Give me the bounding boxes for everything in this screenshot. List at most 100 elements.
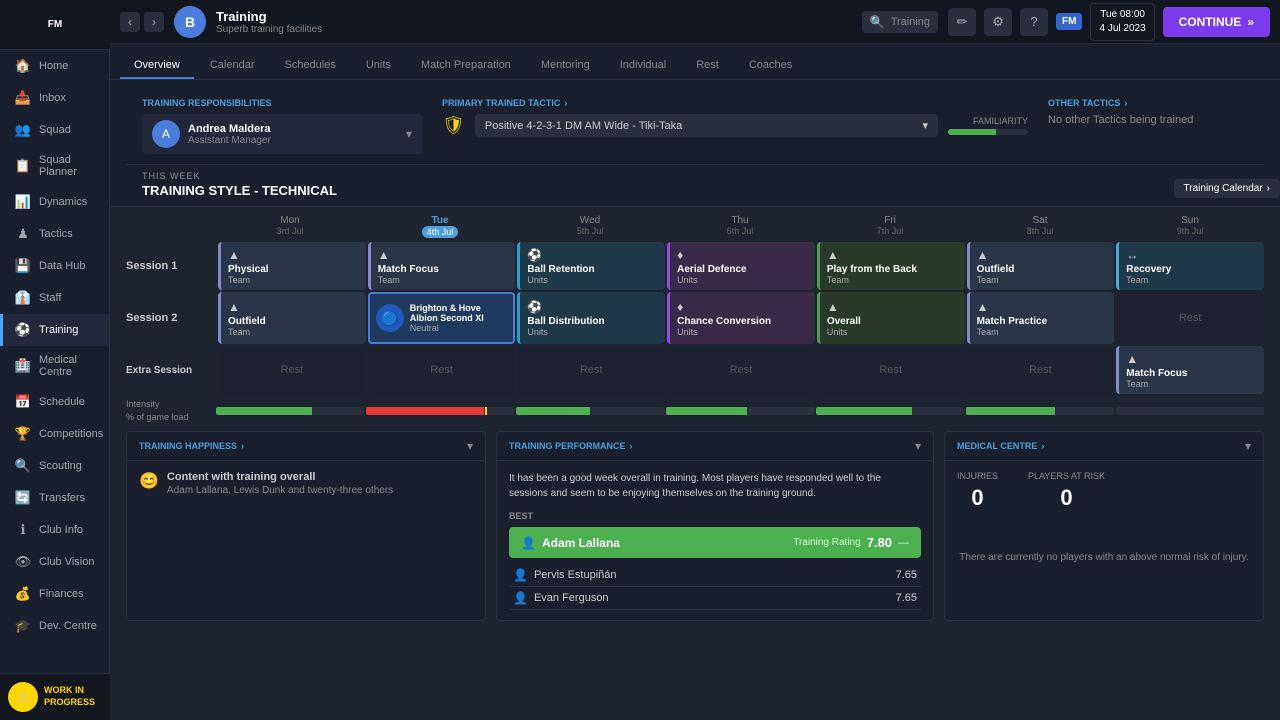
- outfield-s1-icon: ▲: [977, 248, 1108, 262]
- search-box[interactable]: 🔍 Training: [862, 11, 938, 33]
- outfield-s2-name: Outfield: [228, 316, 359, 327]
- extra-session-row: Extra Session Rest Rest Rest Rest Rest R…: [126, 346, 1264, 394]
- cell-ball-distribution[interactable]: ⚽ Ball Distribution Units: [517, 292, 665, 344]
- page-title-block: Training Superb training facilities: [216, 9, 852, 35]
- tab-units[interactable]: Units: [352, 53, 405, 79]
- other-player-1-rating: 7.65: [896, 592, 917, 604]
- cell-ball-retention[interactable]: ⚽ Ball Retention Units: [517, 242, 665, 290]
- day-mon-date: 3rd Jul: [216, 226, 364, 236]
- sidebar-item-transfers[interactable]: 🔄 Transfers: [0, 482, 109, 514]
- happiness-expand[interactable]: ▾: [467, 439, 473, 453]
- sidebar-item-scouting[interactable]: 🔍 Scouting: [0, 450, 109, 482]
- manager-expand-icon[interactable]: ▾: [406, 127, 412, 141]
- intensity-label: Intensity % of game load: [126, 398, 216, 423]
- intensity-wed: [516, 407, 664, 415]
- day-wed-header: Wed 5th Jul: [516, 215, 664, 238]
- tab-match-prep[interactable]: Match Preparation: [407, 53, 525, 79]
- play-back-type: Team: [827, 275, 958, 285]
- continue-button[interactable]: CONTINUE »: [1163, 7, 1270, 37]
- tab-mentoring[interactable]: Mentoring: [527, 53, 604, 79]
- nav-forward[interactable]: ›: [144, 12, 164, 32]
- tab-coaches[interactable]: Coaches: [735, 53, 806, 79]
- match-practice-icon: ▲: [977, 300, 1108, 314]
- sidebar-label-dynamics: Dynamics: [39, 196, 87, 208]
- manager-info: Andrea Maldera Assistant Manager: [188, 123, 398, 146]
- sidebar-item-medical[interactable]: 🏥 Medical Centre: [0, 346, 109, 386]
- intensity-tue: [366, 407, 514, 415]
- settings-icon[interactable]: ⚙: [984, 8, 1012, 36]
- perf-other-row-1: 👤 Evan Ferguson 7.65: [509, 587, 921, 610]
- tab-schedules[interactable]: Schedules: [270, 53, 349, 79]
- performance-title: TRAINING PERFORMANCE: [509, 441, 626, 451]
- cell-outfield-s1[interactable]: ▲ Outfield Team: [967, 242, 1115, 290]
- sidebar-item-competitions[interactable]: 🏆 Competitions: [0, 418, 109, 450]
- recovery-name: Recovery: [1126, 264, 1257, 275]
- other-player-0-name: 👤 Pervis Estupiñán: [513, 568, 617, 582]
- cell-overall[interactable]: ▲ Overall Units: [817, 292, 965, 344]
- cell-match-focus[interactable]: ▲ Match Focus Team: [368, 242, 516, 290]
- ball-retention-type: Units: [527, 275, 658, 285]
- performance-expand[interactable]: ▾: [915, 439, 921, 453]
- cell-aerial-defence[interactable]: ♦ Aerial Defence Units: [667, 242, 815, 290]
- extra-session-title: Extra Session: [126, 365, 208, 376]
- manager-row[interactable]: A Andrea Maldera Assistant Manager ▾: [142, 114, 422, 154]
- match-focus-type: Team: [378, 275, 509, 285]
- best-player-name: Adam Lallana: [542, 536, 620, 550]
- sidebar-label-inbox: Inbox: [39, 92, 66, 104]
- sidebar-item-finances[interactable]: 💰 Finances: [0, 578, 109, 610]
- tactic-selector[interactable]: Positive 4-2-3-1 DM AM Wide - Tiki-Taka …: [475, 114, 938, 137]
- tab-overview[interactable]: Overview: [120, 53, 194, 79]
- cell-outfield-s2[interactable]: ▲ Outfield Team: [218, 292, 366, 344]
- sidebar-item-squad[interactable]: 👥 Squad: [0, 114, 109, 146]
- edit-icon[interactable]: ✏: [948, 8, 976, 36]
- cell-chance-conversion[interactable]: ♦ Chance Conversion Units: [667, 292, 815, 344]
- dynamics-icon: 📊: [15, 194, 31, 210]
- tab-individual[interactable]: Individual: [606, 53, 680, 79]
- extra-rest-wed: Rest: [517, 346, 665, 394]
- help-icon[interactable]: ?: [1020, 8, 1048, 36]
- sidebar-item-tactics[interactable]: ♟ Tactics: [0, 218, 109, 250]
- cell-play-from-back[interactable]: ▲ Play from the Back Team: [817, 242, 965, 290]
- intensity-fri: [816, 407, 964, 415]
- day-header-cells: Mon 3rd Jul Tue 4th Jul Wed 5th Jul: [216, 215, 1264, 238]
- sidebar-item-inbox[interactable]: 📥 Inbox: [0, 82, 109, 114]
- sidebar-item-squad-planner[interactable]: 📋 Squad Planner: [0, 146, 109, 186]
- nav-arrows: ‹ ›: [120, 12, 164, 32]
- search-icon: 🔍: [870, 15, 885, 29]
- cell-rest-s2-sun: Rest: [1116, 292, 1264, 344]
- sidebar-item-staff[interactable]: 👔 Staff: [0, 282, 109, 314]
- tab-bar: Overview Calendar Schedules Units Match …: [110, 44, 1280, 80]
- sidebar-item-club-info[interactable]: ℹ Club Info: [0, 514, 109, 546]
- medical-expand[interactable]: ▾: [1245, 439, 1251, 453]
- training-calendar-button[interactable]: Training Calendar ›: [1174, 179, 1280, 198]
- nav-back[interactable]: ‹: [120, 12, 140, 32]
- sidebar-label-tactics: Tactics: [39, 228, 73, 240]
- sidebar-item-home[interactable]: 🏠 Home: [0, 50, 109, 82]
- tactics-label: PRIMARY TRAINED TACTIC ›: [442, 98, 1028, 108]
- day-fri-label: Fri: [816, 215, 964, 226]
- sidebar-item-schedule[interactable]: 📅 Schedule: [0, 386, 109, 418]
- cell-recovery[interactable]: ↔ Recovery Team: [1116, 242, 1264, 290]
- cell-match-practice[interactable]: ▲ Match Practice Team: [967, 292, 1115, 344]
- cell-match-focus-sun[interactable]: ▲ Match Focus Team: [1116, 346, 1264, 394]
- day-tue-date-wrap: 4th Jul: [366, 226, 514, 238]
- sidebar-item-training[interactable]: ⚽ Training: [0, 314, 109, 346]
- row-label-spacer: [126, 215, 216, 238]
- sidebar-item-dynamics[interactable]: 📊 Dynamics: [0, 186, 109, 218]
- responsibilities-block: TRAINING RESPONSIBILITIES A Andrea Malde…: [142, 98, 422, 154]
- tab-calendar[interactable]: Calendar: [196, 53, 269, 79]
- happiness-sentiment-text: Content with training overall: [167, 471, 393, 483]
- cell-physical[interactable]: ▲ Physical Team: [218, 242, 366, 290]
- training-style-title: TRAINING STYLE - TECHNICAL: [142, 183, 337, 198]
- happiness-players: Adam Lallana, Lewis Dunk and twenty-thre…: [167, 485, 393, 496]
- cell-brighton-match[interactable]: 🔵 Brighton & Hove Albion Second XI Neutr…: [368, 292, 516, 344]
- familiarity-bar: [948, 129, 1028, 135]
- sidebar-item-dev-centre[interactable]: 🎓 Dev. Centre: [0, 610, 109, 642]
- other-player-1-label: Evan Ferguson: [534, 592, 609, 604]
- club-vision-icon: 👁: [15, 554, 31, 570]
- tab-rest[interactable]: Rest: [682, 53, 733, 79]
- intensity-thu-fill: [666, 407, 747, 415]
- extra-session-label: Extra Session: [126, 346, 216, 394]
- sidebar-item-data-hub[interactable]: 💾 Data Hub: [0, 250, 109, 282]
- sidebar-item-club-vision[interactable]: 👁 Club Vision: [0, 546, 109, 578]
